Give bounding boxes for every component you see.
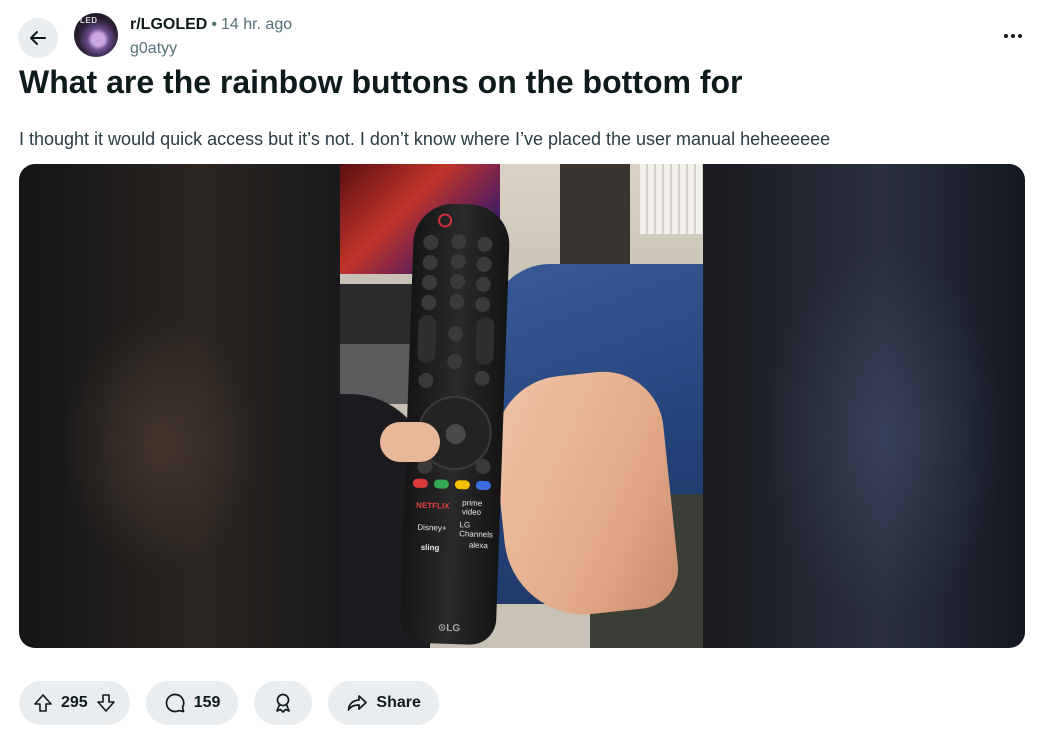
post-actions: 295 159 Share [19,681,439,725]
more-options-button[interactable] [1001,28,1025,44]
downvote-button[interactable] [96,693,116,713]
post-image[interactable]: NETFLIX prime video Disney+ LG Channels … [19,164,1025,648]
meta-separator: • [211,16,217,33]
upvote-button[interactable] [33,693,53,713]
back-button[interactable] [18,18,58,58]
subreddit-link[interactable]: r/LGOLED [130,16,207,33]
award-button[interactable] [254,681,313,725]
remote-photo: NETFLIX prime video Disney+ LG Channels … [340,164,703,648]
post-age: 14 hr. ago [220,16,293,33]
award-icon [276,693,291,713]
share-button[interactable]: Share [328,681,439,725]
vote-bar: 295 [19,681,130,725]
post-body: I thought it would quick access but it’s… [19,129,831,149]
comment-icon [165,693,185,713]
blurred-background-right [765,244,1005,624]
share-icon [348,695,368,711]
share-label: Share [376,694,421,711]
comments-button[interactable]: 159 [145,681,239,725]
ellipsis-icon [1004,34,1022,38]
subreddit-avatar[interactable]: LED [74,13,118,57]
vote-count: 295 [61,694,88,711]
upvote-icon [34,694,52,712]
arrow-left-icon [30,31,46,45]
post-title: What are the rainbow buttons on the bott… [19,64,743,100]
post-meta: r/LGOLED • 14 hr. ago [130,16,292,34]
author-link[interactable]: g0atyy [130,40,177,58]
blurred-background-left [59,314,259,574]
comment-count: 159 [193,694,221,711]
downvote-icon [96,694,115,712]
